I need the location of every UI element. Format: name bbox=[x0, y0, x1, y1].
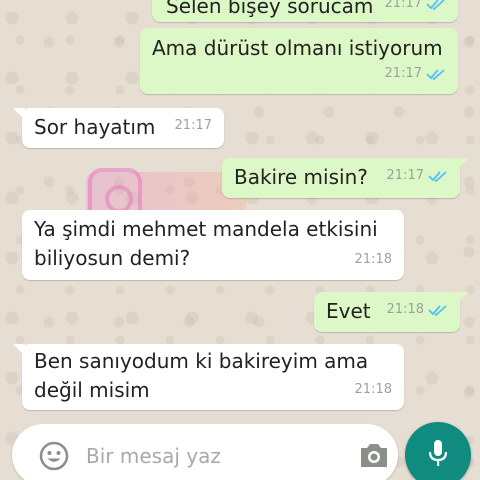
message-time: 21:18 bbox=[354, 252, 392, 267]
double-check-icon bbox=[428, 304, 448, 316]
message-meta: 21:18 bbox=[355, 375, 392, 404]
double-check-icon bbox=[426, 0, 446, 10]
message-meta: 21:17 bbox=[385, 0, 446, 18]
message-meta: 21:17 bbox=[385, 59, 446, 88]
message-time: 21:18 bbox=[386, 302, 424, 317]
message-time: 21:17 bbox=[386, 168, 424, 183]
camera-icon[interactable] bbox=[358, 440, 390, 474]
message-text: Ben sanıyodum ki bakireyim ama değil mis… bbox=[34, 349, 369, 402]
message-bubble-incoming[interactable]: Ya şimdi mehmet mandela etkisini biliyos… bbox=[22, 210, 404, 280]
message-bubble-incoming[interactable]: Ben sanıyodum ki bakireyim ama değil mis… bbox=[13, 344, 404, 410]
message-bubble-outgoing[interactable]: Selen bişey sorucam 21:17 bbox=[152, 0, 458, 22]
message-composer bbox=[12, 424, 398, 480]
message-time: 21:17 bbox=[384, 66, 422, 81]
emoji-icon[interactable] bbox=[38, 440, 70, 476]
chat-area[interactable]: Selen bişey sorucam 21:17 Ama dürüst olm… bbox=[0, 0, 480, 480]
message-time: 21:17 bbox=[384, 0, 422, 11]
message-time: 21:18 bbox=[354, 382, 392, 397]
double-check-icon bbox=[426, 68, 446, 80]
message-bubble-outgoing[interactable]: Evet 21:18 bbox=[314, 292, 469, 332]
message-bubble-outgoing[interactable]: Ama dürüst olmanı istiyorum 21:17 bbox=[140, 28, 458, 94]
message-bubble-outgoing[interactable]: Bakire misin? 21:17 bbox=[222, 158, 469, 198]
message-meta: 21:18 bbox=[355, 245, 392, 274]
message-text: Ya şimdi mehmet mandela etkisini biliyos… bbox=[34, 217, 378, 270]
microphone-button[interactable] bbox=[405, 422, 471, 480]
message-bubble-incoming[interactable]: Sor hayatım 21:17 bbox=[13, 108, 224, 148]
message-input[interactable] bbox=[86, 440, 336, 472]
message-meta: 21:17 bbox=[175, 111, 212, 140]
double-check-icon bbox=[428, 170, 448, 182]
microphone-icon bbox=[425, 438, 451, 472]
message-time: 21:17 bbox=[174, 118, 212, 133]
message-meta: 21:17 bbox=[387, 161, 448, 190]
message-meta: 21:18 bbox=[387, 295, 448, 324]
